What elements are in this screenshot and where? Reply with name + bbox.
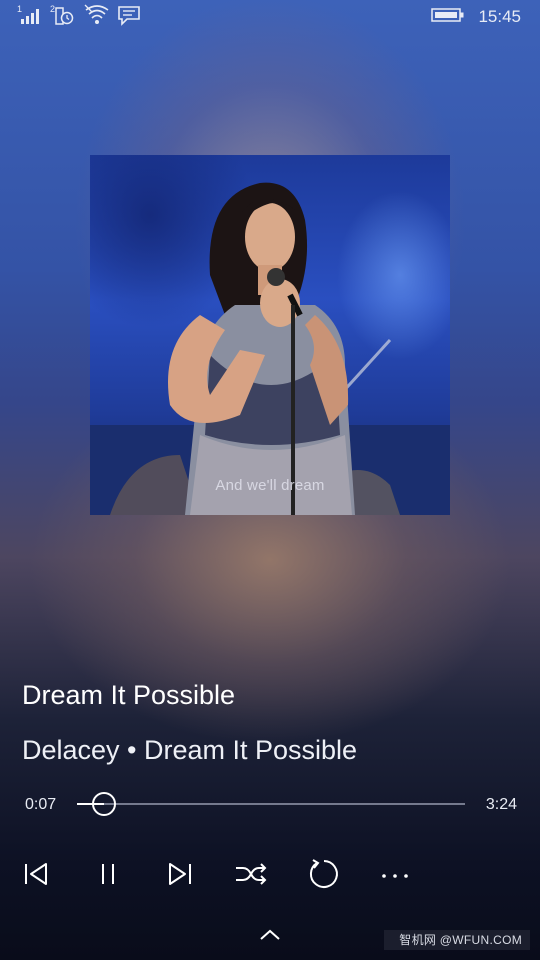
signal-bars-icon: 1 xyxy=(17,4,43,31)
repeat-button[interactable] xyxy=(304,858,344,894)
next-button[interactable] xyxy=(160,858,200,894)
total-time: 3:24 xyxy=(485,796,517,813)
status-time: 15:45 xyxy=(478,7,521,26)
more-button[interactable] xyxy=(375,858,415,894)
album-art-image xyxy=(90,182,450,515)
album-art: And we'll dream xyxy=(90,155,450,515)
battery-icon xyxy=(431,7,465,28)
more-icon xyxy=(379,867,411,885)
pause-button[interactable] xyxy=(88,858,128,894)
wifi-icon xyxy=(84,4,110,31)
repeat-icon xyxy=(307,857,341,896)
progress-bar[interactable] xyxy=(77,792,465,816)
sim1-label: 1 xyxy=(17,4,22,14)
lyrics-caption: And we'll dream xyxy=(215,477,325,494)
watermark: 智机网 @WFUN.COM xyxy=(384,930,530,950)
pause-icon xyxy=(94,861,122,892)
status-bar: 1 2 15:45 xyxy=(0,0,540,34)
artist-album: Delacey • Dream It Possible xyxy=(22,735,358,765)
next-icon xyxy=(166,861,194,892)
elapsed-time: 0:07 xyxy=(25,796,57,813)
chevron-up-icon xyxy=(258,929,282,946)
now-playing-screen: 1 2 15:45 And we'll dream Dream It Possi… xyxy=(0,0,540,960)
track-title: Dream It Possible xyxy=(22,680,236,710)
previous-button[interactable] xyxy=(16,858,56,894)
previous-icon xyxy=(22,861,50,892)
sim2-label: 2 xyxy=(50,4,55,14)
expand-button[interactable] xyxy=(258,926,282,942)
shuffle-icon xyxy=(234,861,268,892)
shuffle-button[interactable] xyxy=(231,858,271,894)
sim2-signal-icon: 2 xyxy=(50,4,76,31)
progress-thumb[interactable] xyxy=(92,792,116,816)
message-icon xyxy=(117,4,141,31)
